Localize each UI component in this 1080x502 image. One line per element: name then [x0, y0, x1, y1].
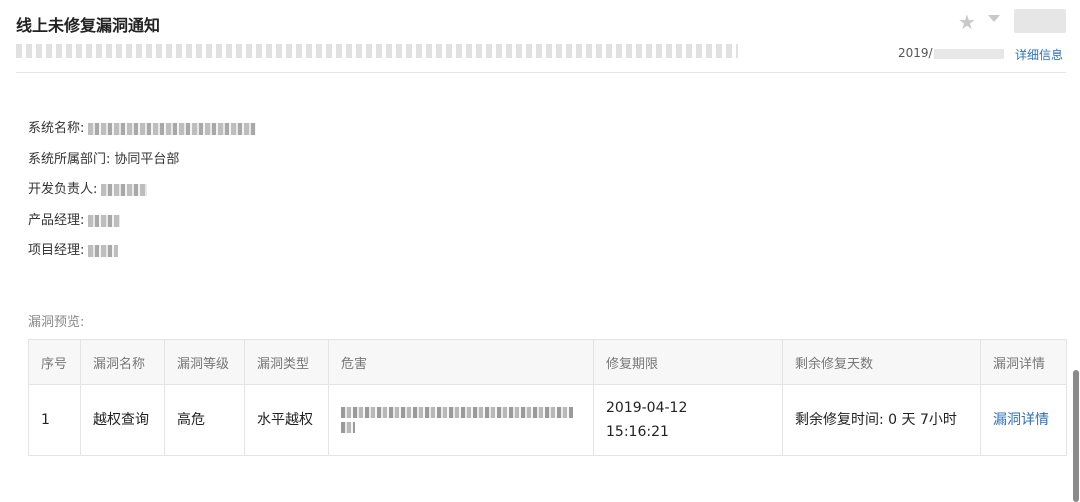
cell-name: 越权查询 — [80, 384, 165, 456]
deadline-time: 15:16:21 — [606, 424, 669, 440]
chevron-down-icon[interactable] — [988, 15, 1000, 22]
vulnerability-table: 序号 漏洞名称 漏洞等级 漏洞类型 危害 修复期限 剩余修复天数 漏洞详情 1 … — [28, 339, 1067, 456]
redacted-action-button[interactable] — [1014, 9, 1066, 33]
redacted-dev-owner — [101, 184, 148, 197]
redacted-harm-line-1 — [341, 407, 573, 418]
cell-remaining: 剩余修复时间: 0 天 7小时 — [782, 384, 981, 456]
project-manager-label: 项目经理: — [28, 243, 85, 259]
dev-owner-label: 开发负责人: — [28, 182, 98, 198]
redacted-product-manager — [88, 214, 121, 227]
col-header-level: 漏洞等级 — [164, 339, 245, 385]
col-header-remaining: 剩余修复天数 — [782, 339, 981, 385]
scrollbar[interactable] — [1073, 370, 1079, 502]
header-divider — [16, 72, 1066, 73]
table-row: 1 越权查询 高危 水平越权 2019-04-12 15:16:21 剩余修复时… — [28, 384, 1067, 456]
system-info: 系统名称: 系统所属部门: 协同平台部 开发负责人: 产品经理: 项目经理: — [28, 114, 257, 267]
cell-type: 水平越权 — [244, 384, 329, 456]
system-name-label: 系统名称: — [28, 121, 85, 137]
col-header-detail: 漏洞详情 — [980, 339, 1067, 385]
redacted-sender-line — [16, 44, 738, 58]
col-header-deadline: 修复期限 — [593, 339, 783, 385]
info-row-dev-owner: 开发负责人: — [28, 175, 256, 206]
col-header-harm: 危害 — [328, 339, 594, 385]
cell-deadline: 2019-04-12 15:16:21 — [593, 384, 783, 456]
col-header-type: 漏洞类型 — [244, 339, 329, 385]
info-row-product-manager: 产品经理: — [28, 206, 256, 237]
preview-title: 漏洞预览: — [28, 315, 85, 330]
table-header-row: 序号 漏洞名称 漏洞等级 漏洞类型 危害 修复期限 剩余修复天数 漏洞详情 — [28, 339, 1067, 385]
cell-level: 高危 — [164, 384, 245, 456]
department-label: 系统所属部门: — [28, 151, 111, 167]
cell-detail: 漏洞详情 — [980, 384, 1067, 456]
info-row-project-manager: 项目经理: — [28, 236, 256, 267]
cell-harm — [328, 384, 594, 456]
info-row-department: 系统所属部门: 协同平台部 — [28, 145, 256, 176]
cell-index: 1 — [28, 384, 81, 456]
product-manager-label: 产品经理: — [28, 212, 85, 228]
deadline-date: 2019-04-12 — [606, 400, 688, 416]
redacted-system-name — [88, 123, 257, 136]
details-link[interactable]: 详细信息 — [1015, 46, 1063, 63]
email-view: 线上未修复漏洞通知 ★ 2019/ 详细信息 系统名称: 系统所属部门: 协同平… — [0, 0, 1080, 502]
vuln-detail-link[interactable]: 漏洞详情 — [993, 412, 1049, 428]
redacted-project-manager — [88, 245, 119, 258]
info-row-system-name: 系统名称: — [28, 114, 257, 145]
redacted-date — [934, 49, 1004, 59]
department-value: 协同平台部 — [114, 151, 180, 167]
col-header-index: 序号 — [28, 339, 81, 385]
star-icon[interactable]: ★ — [958, 10, 976, 34]
email-subject: 线上未修复漏洞通知 — [16, 16, 161, 35]
col-header-name: 漏洞名称 — [80, 339, 165, 385]
redacted-harm-line-2 — [341, 422, 355, 433]
email-date: 2019/ — [898, 46, 933, 60]
